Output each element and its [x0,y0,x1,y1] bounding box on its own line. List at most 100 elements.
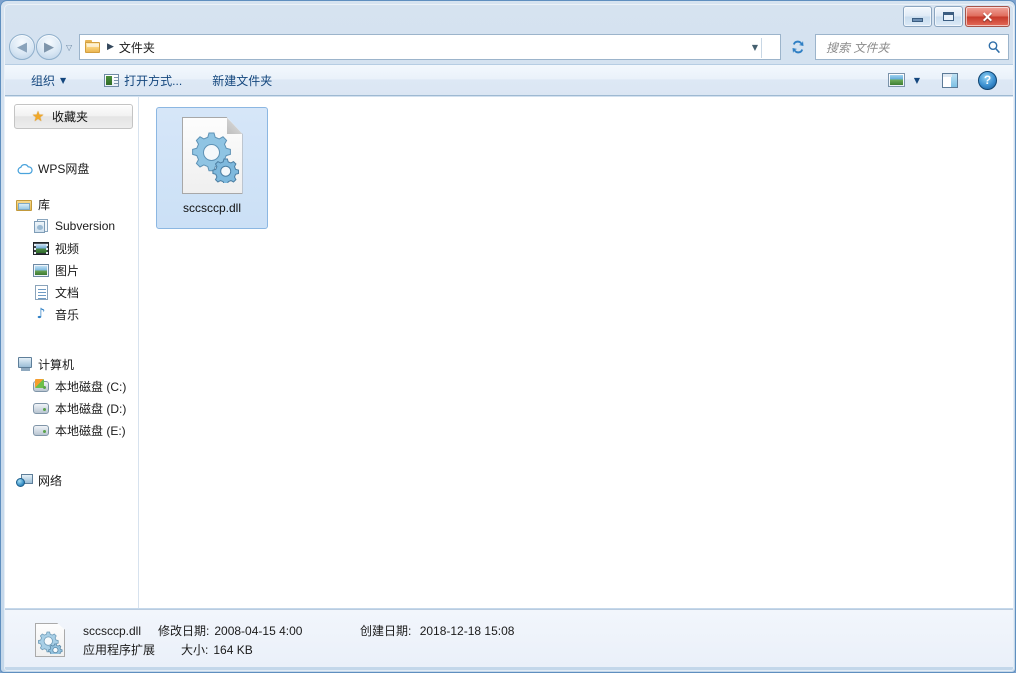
sidebar-item-favorites[interactable]: ★ 收藏夹 [14,104,133,129]
sidebar-item-drive-d[interactable]: 本地磁盘 (D:) [5,397,138,419]
sidebar-item-label: 网络 [38,473,63,488]
sidebar-item-label: 计算机 [38,357,75,372]
file-name-label: sccsccp.dll [182,201,241,215]
view-chevron-down-icon: ▼ [913,75,920,85]
sidebar-item-music[interactable]: ♪ 音乐 [5,303,138,325]
maximize-button[interactable] [934,6,963,27]
sidebar-item-label: 视频 [55,241,80,256]
status-modified-value: 2008-04-15 4:00 [214,624,303,638]
sidebar-item-videos[interactable]: 视频 [5,237,138,259]
explorer-window: ✕ ◀ ▶ ▽ ▶ 文件夹 ▼ 搜索 文件夹 组织 ▼ 打开方式... 新建文件… [0,0,1016,673]
status-file-icon [35,623,69,657]
status-text-block: sccsccp.dll 修改日期: 2008-04-15 4:00 应用程序扩展… [83,622,302,660]
status-created-value: 2018-12-18 15:08 [419,624,515,638]
sidebar-item-wps-cloud[interactable]: WPS网盘 [5,157,138,179]
window-controls: ✕ [903,6,1010,27]
close-button[interactable]: ✕ [965,6,1010,27]
search-input[interactable]: 搜索 文件夹 [826,39,889,56]
picture-icon [32,263,50,277]
view-icon [887,73,905,87]
preview-pane-icon [942,72,958,88]
address-divider [761,38,762,58]
status-created-label: 创建日期: [360,624,412,638]
sidebar-item-label: WPS网盘 [38,161,90,176]
status-size-label: 大小: [181,643,209,657]
status-file-name: sccsccp.dll [83,624,142,638]
preview-pane-button[interactable] [936,67,964,93]
organize-button[interactable]: 组织 ▼ [23,68,74,92]
open-with-icon [104,73,120,87]
forward-button[interactable]: ▶ [36,34,62,60]
sidebar-item-label: 本地磁盘 (E:) [55,423,126,438]
computer-icon [15,357,33,371]
navigation-row: ◀ ▶ ▽ ▶ 文件夹 ▼ 搜索 文件夹 [1,31,1015,63]
breadcrumb-separator-icon[interactable]: ▶ [107,42,114,52]
sidebar-item-label: 本地磁盘 (C:) [55,379,127,394]
help-icon: ? [978,70,997,90]
star-icon: ★ [31,108,45,125]
status-created-block: 创建日期: 2018-12-18 15:08 [360,622,514,639]
dll-gears-icon [181,117,243,194]
sidebar-item-label: 文档 [55,285,80,300]
open-with-label: 打开方式... [124,73,183,88]
new-folder-label: 新建文件夹 [212,73,273,88]
minimize-icon [912,18,923,22]
refresh-icon [792,40,804,54]
maximize-icon [943,12,954,21]
file-list-pane[interactable]: sccsccp.dll [140,97,1013,608]
new-folder-button[interactable]: 新建文件夹 [204,68,280,92]
sidebar-item-drive-c[interactable]: 本地磁盘 (C:) [5,375,138,397]
address-bar[interactable]: ▶ 文件夹 ▼ [79,34,781,60]
document-icon [32,284,50,300]
drive-icon [32,402,50,414]
file-item-sccsccp-dll[interactable]: sccsccp.dll [156,107,268,229]
status-file-type: 应用程序扩展 [83,643,156,657]
back-arrow-icon: ◀ [17,39,27,55]
search-icon [988,41,1000,54]
help-button[interactable]: ? [972,67,1003,93]
search-box[interactable]: 搜索 文件夹 [815,34,1009,60]
nav-buttons: ◀ ▶ ▽ [9,34,72,60]
forward-arrow-icon: ▶ [44,39,54,55]
sidebar-item-label: 收藏夹 [52,110,89,124]
cloud-icon [15,163,33,174]
video-icon [32,241,50,255]
sidebar-item-network[interactable]: 网络 [5,469,138,491]
command-toolbar: 组织 ▼ 打开方式... 新建文件夹 ▼ ? [5,64,1013,96]
subversion-icon [32,219,50,233]
title-bar: ✕ [1,1,1015,31]
toolbar-right-group: ▼ ? [882,67,1013,93]
sidebar-item-label: 库 [38,197,51,212]
open-with-button[interactable]: 打开方式... [96,68,190,92]
sidebar-item-pictures[interactable]: 图片 [5,259,138,281]
library-icon [15,198,33,211]
status-line-secondary: 应用程序扩展 大小: 164 KB [83,641,302,660]
breadcrumb-folder-icon [85,40,101,54]
drive-icon [32,424,50,436]
sidebar-item-subversion[interactable]: Subversion [5,215,138,237]
sidebar-item-label: 图片 [55,263,80,278]
close-icon: ✕ [981,8,994,25]
sidebar-item-libraries[interactable]: 库 [5,193,138,215]
change-view-button[interactable]: ▼ [882,67,926,93]
refresh-button[interactable] [787,35,809,59]
sidebar-item-computer[interactable]: 计算机 [5,353,138,375]
system-drive-icon [32,378,50,392]
sidebar-item-drive-e[interactable]: 本地磁盘 (E:) [5,419,138,441]
explorer-body: ★ 收藏夹 WPS网盘 库 Subversion 视频 图片 文档 ♪ 音乐 计… [5,97,1013,608]
back-button[interactable]: ◀ [9,34,35,60]
details-status-bar: sccsccp.dll 修改日期: 2008-04-15 4:00 应用程序扩展… [5,609,1013,667]
status-size-value: 164 KB [213,643,253,657]
sidebar-item-label: 本地磁盘 (D:) [55,401,127,416]
music-icon: ♪ [36,306,46,322]
minimize-button[interactable] [903,6,932,27]
address-dropdown-icon[interactable]: ▼ [752,43,758,52]
recent-pages-caret-icon[interactable]: ▽ [66,43,72,52]
chevron-down-icon: ▼ [60,75,67,85]
organize-label: 组织 [31,73,56,88]
navigation-pane: ★ 收藏夹 WPS网盘 库 Subversion 视频 图片 文档 ♪ 音乐 计… [5,97,139,608]
breadcrumb-current-folder[interactable]: 文件夹 [119,39,155,56]
status-line-primary: sccsccp.dll 修改日期: 2008-04-15 4:00 [83,622,302,641]
status-modified-label: 修改日期: [158,624,210,638]
sidebar-item-documents[interactable]: 文档 [5,281,138,303]
